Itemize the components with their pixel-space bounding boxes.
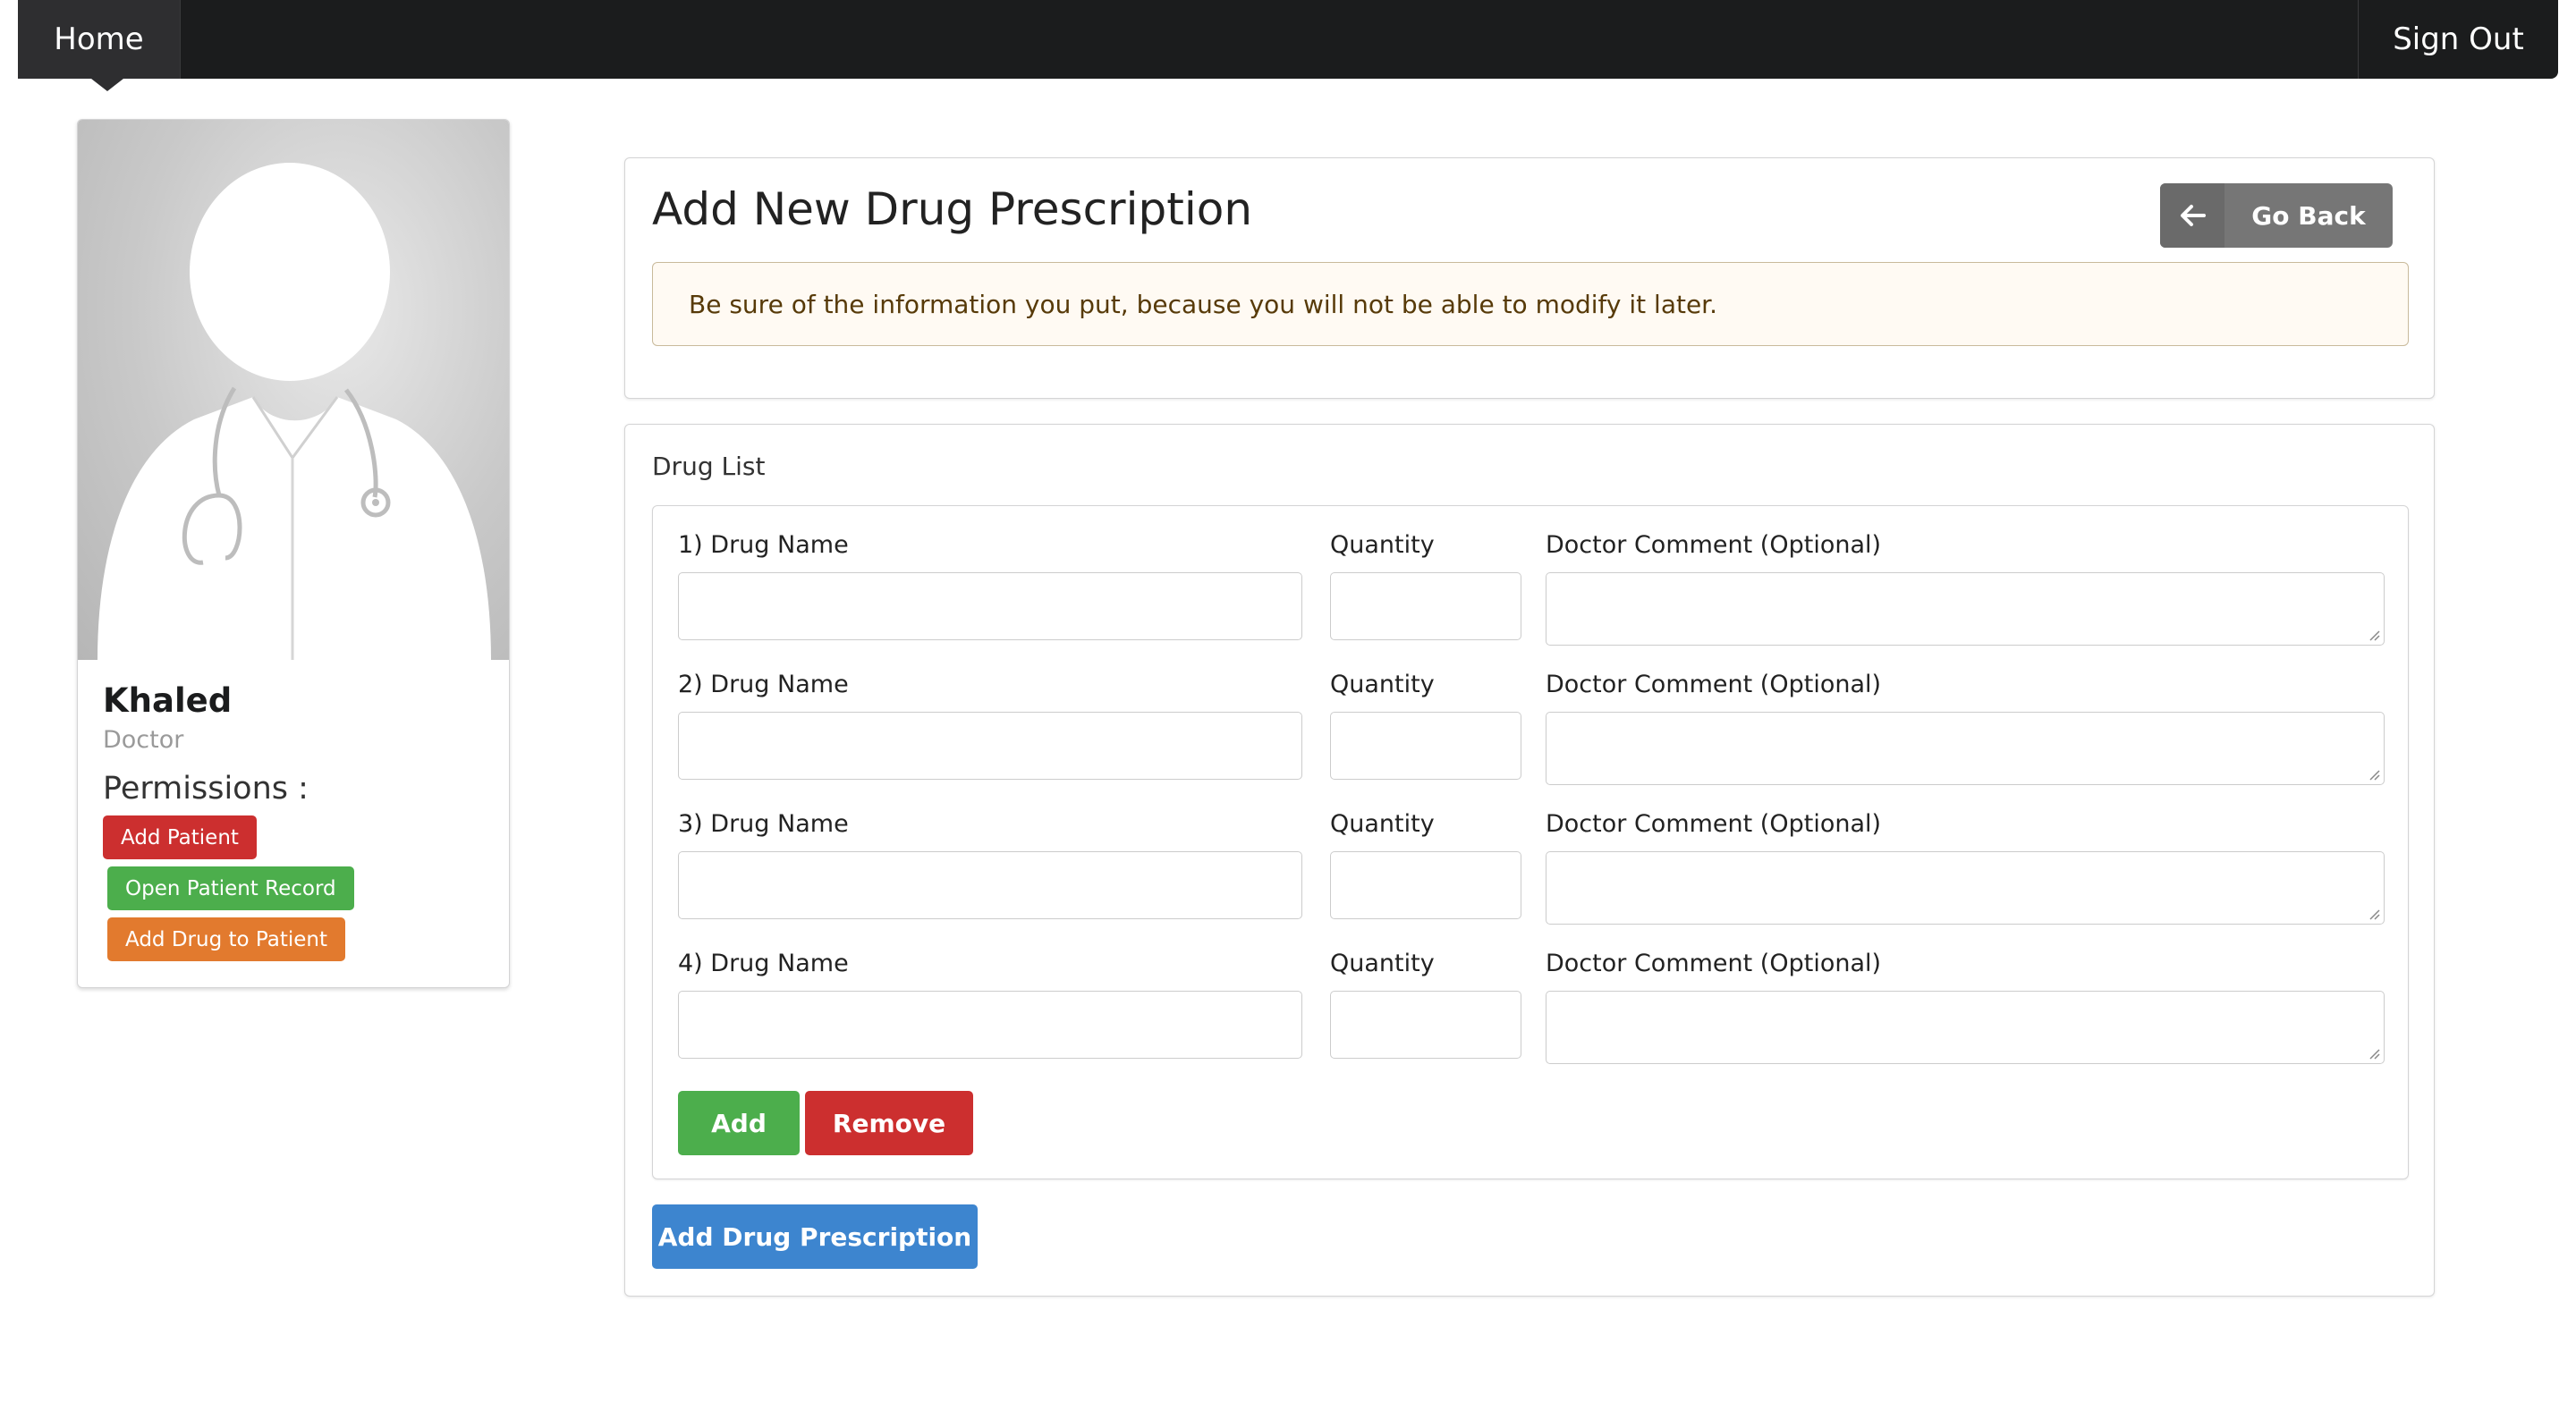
drug-list-label: Drug List	[652, 452, 766, 481]
quantity-input[interactable]	[1330, 712, 1521, 780]
quantity-input[interactable]	[1330, 991, 1521, 1059]
quantity-input[interactable]	[1330, 851, 1521, 919]
drug-row: 3) Drug Name Quantity Doctor Comment (Op…	[653, 785, 2410, 925]
drug-name-input[interactable]	[678, 991, 1302, 1059]
drug-row: 2) Drug Name Quantity Doctor Comment (Op…	[653, 646, 2410, 785]
profile-role: Doctor	[103, 726, 184, 754]
nav-signout-link[interactable]: Sign Out	[2358, 0, 2558, 79]
top-navbar: Home Sign Out	[18, 0, 2558, 91]
comment-textarea[interactable]	[1546, 851, 2385, 925]
profile-name: Khaled	[103, 681, 233, 720]
nav-home-link[interactable]: Home	[18, 0, 181, 91]
comment-label: Doctor Comment (Optional)	[1546, 810, 1882, 838]
add-drug-prescription-button[interactable]: Add Drug Prescription	[652, 1204, 978, 1269]
prescription-form: Drug List 1) Drug Name Quantity Doctor C…	[624, 424, 2435, 1297]
drug-name-input[interactable]	[678, 712, 1302, 780]
resize-grip-icon[interactable]	[2368, 629, 2380, 641]
warning-message: Be sure of the information you put, beca…	[652, 262, 2409, 346]
drug-name-label: 4) Drug Name	[678, 950, 849, 977]
permission-open-patient-record[interactable]: Open Patient Record	[107, 866, 354, 910]
nav-home-label: Home	[54, 21, 144, 57]
comment-label: Doctor Comment (Optional)	[1546, 950, 1882, 977]
drug-name-input[interactable]	[678, 572, 1302, 640]
header-segment: Add New Drug Prescription Go Back Be sur…	[624, 157, 2435, 399]
drug-row: 4) Drug Name Quantity Doctor Comment (Op…	[653, 925, 2410, 1064]
quantity-label: Quantity	[1330, 531, 1435, 559]
comment-textarea[interactable]	[1546, 991, 2385, 1064]
warning-text: Be sure of the information you put, beca…	[689, 289, 1718, 319]
comment-label: Doctor Comment (Optional)	[1546, 531, 1882, 559]
arrow-left-icon	[2160, 183, 2224, 248]
comment-label: Doctor Comment (Optional)	[1546, 671, 1882, 698]
resize-grip-icon[interactable]	[2368, 1047, 2380, 1060]
quantity-label: Quantity	[1330, 671, 1435, 698]
resize-grip-icon[interactable]	[2368, 908, 2380, 920]
go-back-button[interactable]: Go Back	[2160, 183, 2393, 248]
drug-name-label: 2) Drug Name	[678, 671, 849, 698]
drug-name-input[interactable]	[678, 851, 1302, 919]
permission-add-drug-to-patient[interactable]: Add Drug to Patient	[107, 917, 345, 961]
page-title: Add New Drug Prescription	[652, 183, 1253, 235]
comment-textarea[interactable]	[1546, 712, 2385, 785]
doctor-avatar	[78, 120, 509, 660]
go-back-label: Go Back	[2251, 200, 2366, 231]
profile-card: Khaled Doctor Permissions : Add Patient …	[77, 119, 510, 988]
drug-name-label: 3) Drug Name	[678, 810, 849, 838]
quantity-input[interactable]	[1330, 572, 1521, 640]
quantity-label: Quantity	[1330, 950, 1435, 977]
doctor-avatar-icon	[97, 163, 491, 660]
drug-name-label: 1) Drug Name	[678, 531, 849, 559]
comment-textarea[interactable]	[1546, 572, 2385, 646]
permission-add-patient[interactable]: Add Patient	[103, 815, 257, 859]
remove-row-button[interactable]: Remove	[805, 1091, 973, 1155]
drug-list-box: 1) Drug Name Quantity Doctor Comment (Op…	[652, 505, 2409, 1179]
permissions-title: Permissions :	[103, 771, 309, 807]
nav-signout-label: Sign Out	[2393, 21, 2524, 57]
resize-grip-icon[interactable]	[2368, 768, 2380, 781]
quantity-label: Quantity	[1330, 810, 1435, 838]
drug-row: 1) Drug Name Quantity Doctor Comment (Op…	[653, 506, 2410, 646]
add-row-button[interactable]: Add	[678, 1091, 800, 1155]
